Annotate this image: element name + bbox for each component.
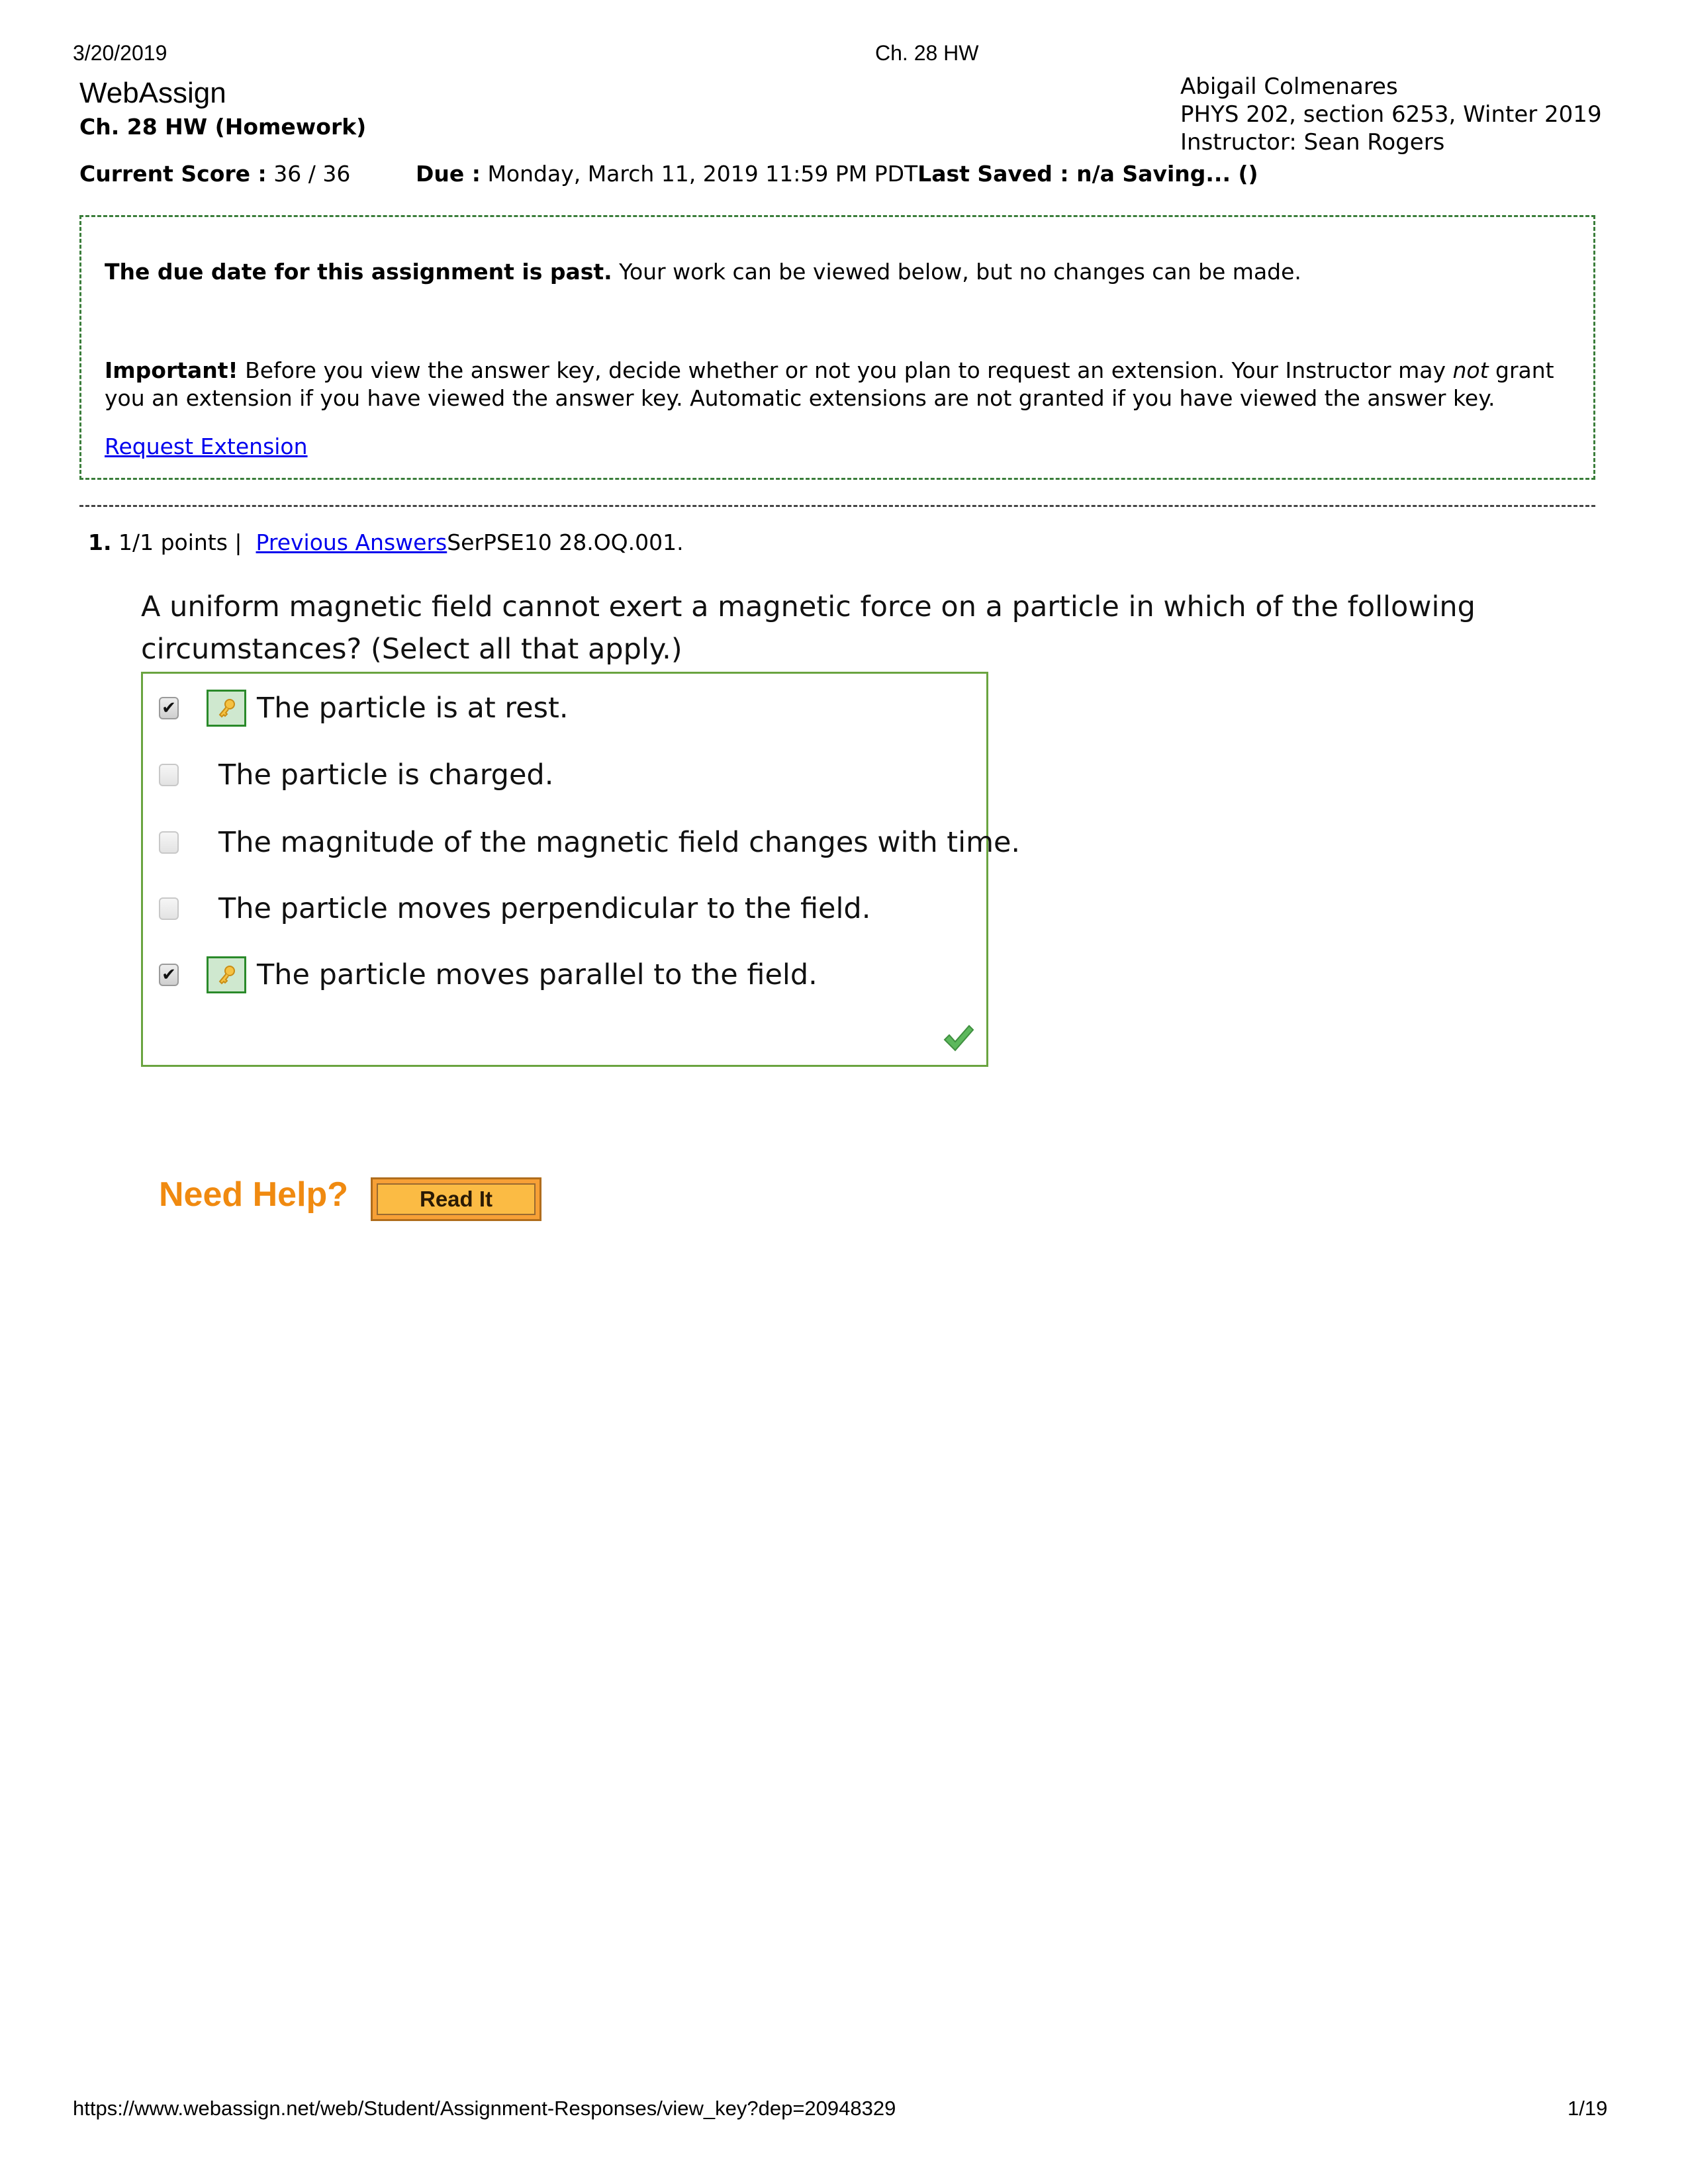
checkmark-icon: ✔ <box>162 965 176 985</box>
answer-box: ✔ The particle is at rest. The particle … <box>141 672 1020 1067</box>
last-saved: Last Saved : n/a Saving... () <box>917 161 1258 187</box>
question-separator <box>79 505 1595 507</box>
question-code: SerPSE10 28.OQ.001. <box>447 529 684 555</box>
score-value: 36 / 36 <box>273 161 351 187</box>
option-label: The particle moves parallel to the field… <box>257 958 818 991</box>
due-value: Monday, March 11, 2019 11:59 PM PDT <box>487 161 918 187</box>
checkbox-unchecked[interactable] <box>159 831 179 854</box>
course-info: PHYS 202, section 6253, Winter 2019 <box>1180 101 1602 128</box>
status-bar: Current Score : 36 / 36 <box>79 161 350 187</box>
checkbox-checked[interactable]: ✔ <box>159 964 179 986</box>
answer-key-icon <box>207 956 246 993</box>
instructor-info: Instructor: Sean Rogers <box>1180 129 1445 156</box>
checkbox-unchecked[interactable] <box>159 897 179 920</box>
past-due-bold: The due date for this assignment is past… <box>105 259 612 285</box>
student-name: Abigail Colmenares <box>1180 73 1398 100</box>
important-message: Important! Before you view the answer ke… <box>105 357 1573 412</box>
past-due-message: The due date for this assignment is past… <box>105 258 1573 286</box>
answer-key-icon <box>207 690 246 727</box>
past-due-notice: The due date for this assignment is past… <box>79 215 1595 480</box>
question-points: 1/1 points | <box>111 529 256 555</box>
question-number: 1. <box>88 529 112 555</box>
option-label: The magnitude of the magnetic field chan… <box>218 826 1021 859</box>
important-bold: Important! <box>105 357 238 383</box>
important-em: not <box>1452 357 1489 383</box>
answer-option[interactable]: ✔ The particle is at rest. <box>159 688 569 728</box>
previous-answers-link[interactable]: Previous Answers <box>256 529 447 555</box>
assignment-title: Ch. 28 HW (Homework) <box>79 114 367 140</box>
print-title: Ch. 28 HW <box>875 41 979 65</box>
request-extension-link[interactable]: Request Extension <box>105 433 308 459</box>
page-number: 1/19 <box>1568 2097 1608 2120</box>
checkbox-checked[interactable]: ✔ <box>159 697 179 719</box>
option-label: The particle is at rest. <box>257 692 569 725</box>
option-label: The particle moves perpendicular to the … <box>218 892 871 925</box>
checkbox-unchecked[interactable] <box>159 764 179 786</box>
read-it-label: Read It <box>377 1183 536 1215</box>
footer-url: https://www.webassign.net/web/Student/As… <box>73 2097 896 2120</box>
question-text: A uniform magnetic field cannot exert a … <box>141 590 1476 666</box>
correct-checkmark-icon <box>943 1024 974 1056</box>
checkmark-icon: ✔ <box>162 698 176 718</box>
read-it-button[interactable]: Read It <box>371 1177 541 1221</box>
user-info: Abigail Colmenares PHYS 202, section 625… <box>1180 73 1602 156</box>
question-header: 1. 1/1 points | Previous AnswersSerPSE10… <box>88 529 684 555</box>
due-label: Due : <box>416 161 481 187</box>
score-label: Current Score : <box>79 161 267 187</box>
option-label: The particle is charged. <box>218 758 554 792</box>
print-date: 3/20/2019 <box>73 41 167 65</box>
answer-option[interactable]: ✔ The particle moves parallel to the fie… <box>159 955 818 995</box>
webassign-logo-text: WebAssign <box>79 77 226 109</box>
answer-option[interactable]: The particle is charged. <box>159 755 553 795</box>
past-due-text: Your work can be viewed below, but no ch… <box>612 259 1301 285</box>
need-help-label: Need Help? <box>159 1175 349 1214</box>
answer-option[interactable]: The particle moves perpendicular to the … <box>159 889 870 929</box>
due-info: Due : Monday, March 11, 2019 11:59 PM PD… <box>416 161 1258 187</box>
answer-option[interactable]: The magnitude of the magnetic field chan… <box>159 823 1020 862</box>
important-text-1: Before you view the answer key, decide w… <box>238 357 1453 383</box>
